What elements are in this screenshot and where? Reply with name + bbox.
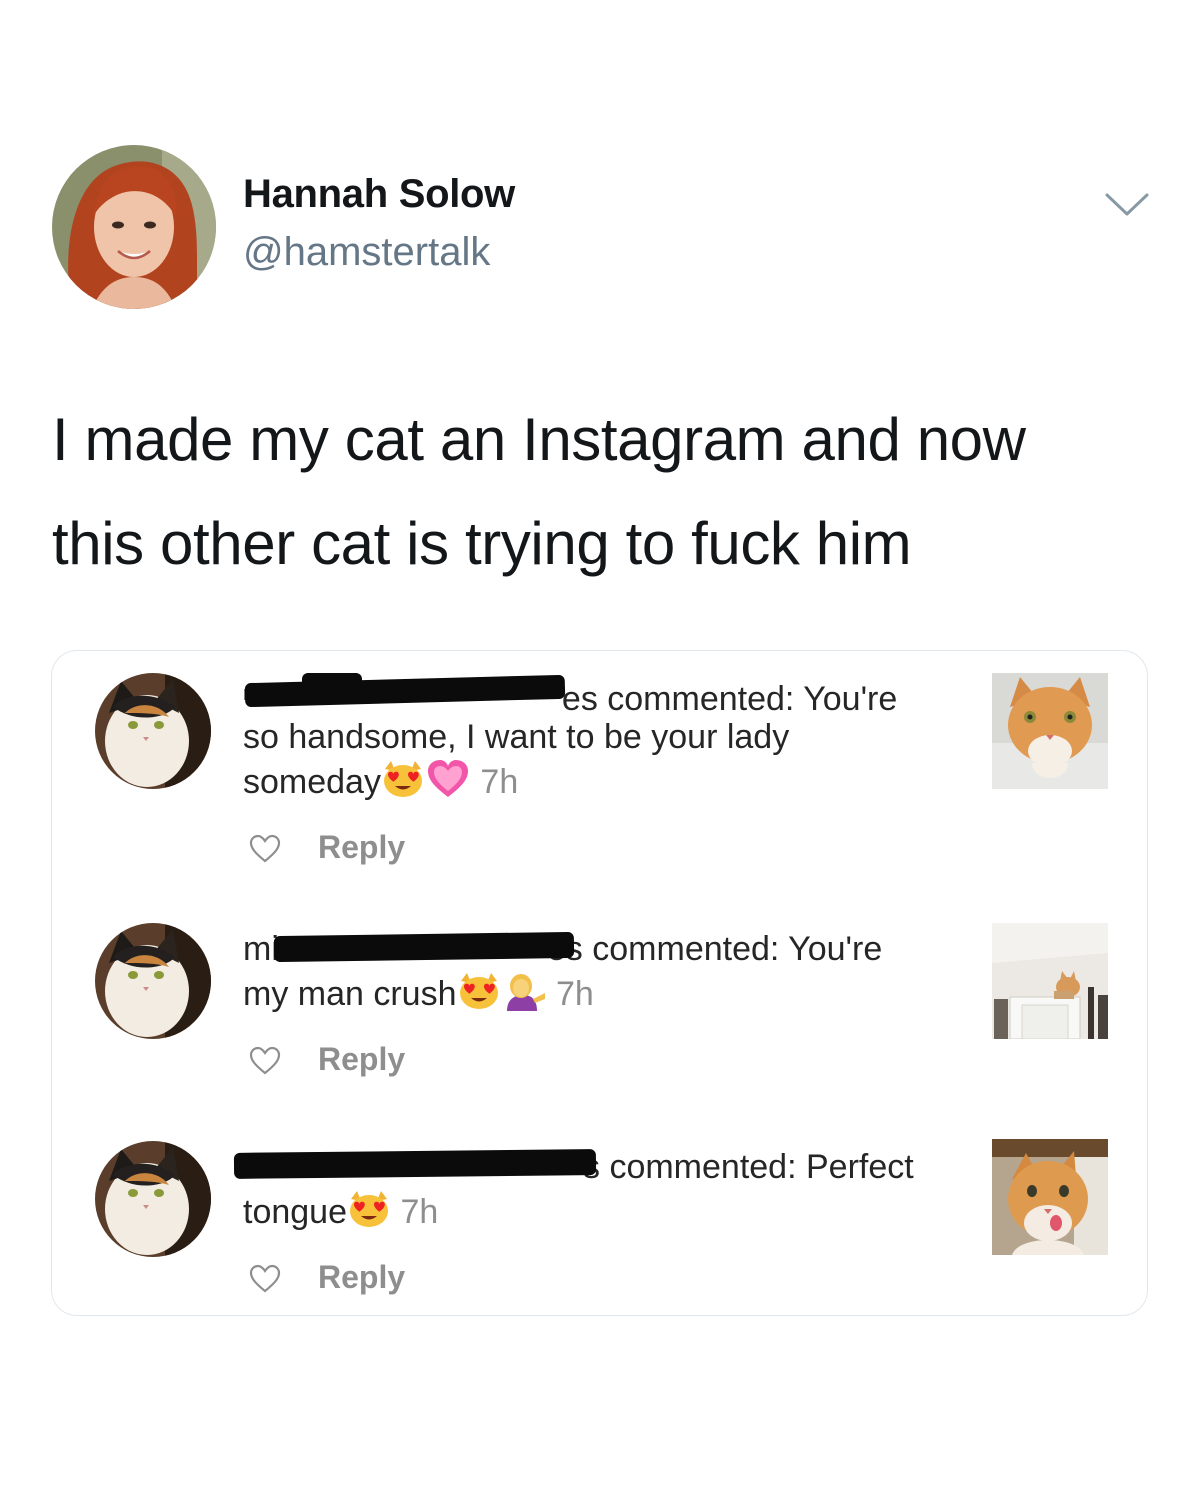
author-handle[interactable]: @hamstertalk xyxy=(243,230,490,275)
comment-body-line: so handsome, I want to be your lady xyxy=(243,718,790,756)
heart-outline-icon[interactable] xyxy=(249,1264,281,1294)
author-avatar[interactable] xyxy=(52,145,216,309)
comment-action: commented: Perfect xyxy=(600,1148,914,1186)
comment-timestamp: 7h xyxy=(400,1193,439,1231)
comment-body-text: someday xyxy=(243,763,381,801)
heart-eyes-cat-emoji xyxy=(457,971,501,1022)
comment-body-text: tongue xyxy=(243,1193,347,1231)
comment-body-line: tongue 7h xyxy=(243,1189,438,1240)
comment-username-suffix[interactable]: es xyxy=(562,680,598,718)
reply-button[interactable]: Reply xyxy=(318,1041,405,1078)
author-display-name[interactable]: Hannah Solow xyxy=(243,172,515,217)
comment-body-text: my man crush xyxy=(243,975,457,1013)
redaction-bar xyxy=(302,673,362,687)
heart-eyes-cat-emoji xyxy=(347,1189,391,1240)
reply-button[interactable]: Reply xyxy=(318,1259,405,1296)
comment-body-line: someday 7h xyxy=(243,759,518,810)
commenter-avatar[interactable] xyxy=(95,1141,211,1257)
comment-body-line: my man crush 7h xyxy=(243,971,594,1022)
comment-action: commented: You're xyxy=(582,930,883,968)
commenter-avatar[interactable] xyxy=(95,673,211,789)
heart-eyes-cat-emoji xyxy=(381,759,425,810)
reply-button[interactable]: Reply xyxy=(318,829,405,866)
post-thumbnail[interactable] xyxy=(992,1139,1108,1255)
tweet-text-line-2: this other cat is trying to fuck him xyxy=(52,510,912,577)
heart-outline-icon[interactable] xyxy=(249,1046,281,1076)
heart-outline-icon[interactable] xyxy=(249,834,281,864)
tweet-text: I made my cat an Instagram and now this … xyxy=(52,388,1162,596)
comment-timestamp: 7h xyxy=(480,763,519,801)
comment-timestamp: 7h xyxy=(555,975,594,1013)
redaction-bar xyxy=(273,931,575,963)
redaction-bar xyxy=(233,1149,597,1179)
comment-action: commented: You're xyxy=(597,680,898,718)
post-thumbnail[interactable] xyxy=(992,673,1108,789)
chevron-down-icon[interactable] xyxy=(1104,192,1150,218)
pink-heart-emoji xyxy=(425,759,471,810)
information-desk-person-emoji xyxy=(501,971,547,1022)
post-thumbnail[interactable] xyxy=(992,923,1108,1039)
commenter-avatar[interactable] xyxy=(95,923,211,1039)
instagram-comments-card: maes commented: You're so handsome, I wa… xyxy=(51,650,1148,1316)
tweet-text-line-1: I made my cat an Instagram and now xyxy=(52,406,1026,473)
